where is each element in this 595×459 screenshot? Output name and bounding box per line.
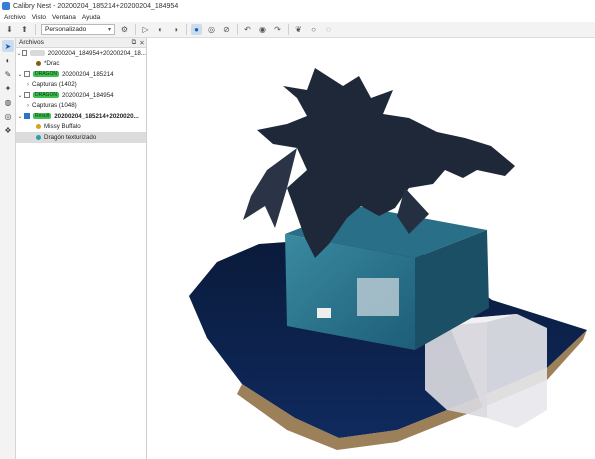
render-mode-value: Personalizado: [45, 26, 87, 33]
scan-tag: DRAGON: [33, 92, 59, 99]
files-panel-header: Archivos ⧉ ✕: [16, 38, 146, 48]
menu-bar: Archivo Visto Ventana Ayuda: [0, 12, 595, 22]
close-icon[interactable]: ✕: [138, 39, 146, 47]
tree-item-label: Capturas (1048): [32, 102, 77, 110]
tree-item-label: *Drac: [44, 60, 60, 68]
mesh-icon[interactable]: ◍: [2, 96, 14, 108]
visibility-checkbox[interactable]: [22, 50, 28, 57]
tree-item-result[interactable]: ⌄ Result 20200204_185214+2020020...: [16, 111, 146, 122]
texture-icon[interactable]: ◎: [2, 110, 14, 122]
toolbar-divider: [35, 24, 36, 35]
window-title: Calibry Nest - 20200204_185214+20200204_…: [13, 2, 179, 10]
app-logo-icon: [2, 2, 10, 10]
redo-icon[interactable]: ↷: [272, 24, 283, 35]
select-arrow-icon[interactable]: ➤: [2, 40, 14, 52]
3d-viewport[interactable]: [147, 38, 595, 459]
dotted-circle-icon[interactable]: ◌: [323, 24, 334, 35]
toolbar-divider: [237, 24, 238, 35]
tree-item-captures-1402[interactable]: › Capturas (1402): [16, 80, 146, 91]
tree-item-missy-buffalo[interactable]: Missy Buffalo: [16, 122, 146, 133]
chevron-down-icon[interactable]: ⌄: [16, 113, 24, 120]
menu-archivo[interactable]: Archivo: [4, 14, 26, 21]
tree-item-label: Capturas (1402): [32, 81, 77, 89]
menu-visto[interactable]: Visto: [32, 14, 46, 21]
project-tag: [30, 50, 45, 57]
contrast-icon[interactable]: ◐: [155, 24, 166, 35]
visibility-checkbox[interactable]: [24, 92, 30, 99]
tree-item-scan-184954[interactable]: ⌄ DRAGON 20200204_184954: [16, 90, 146, 101]
tree-item-label: 20200204_185214+2020020...: [54, 112, 139, 120]
files-panel-title: Archivos: [19, 39, 44, 46]
render-mode-select[interactable]: Personalizado ▾: [41, 24, 115, 35]
chevron-down-icon: ▾: [107, 27, 111, 33]
box-label: [357, 278, 399, 316]
color-dot-icon: [36, 61, 41, 67]
visibility-checkbox[interactable]: [24, 113, 30, 120]
record-icon[interactable]: ◉: [257, 24, 268, 35]
export-icon[interactable]: ⬆: [19, 24, 30, 35]
measure-icon[interactable]: ✎: [2, 68, 14, 80]
tree-item-label: 20200204_184954+20200204_18...: [47, 49, 146, 57]
tree-item-captures-1048[interactable]: › Capturas (1048): [16, 101, 146, 112]
circle-icon[interactable]: ○: [308, 24, 319, 35]
tree-item-label: 20200204_184954: [61, 91, 114, 99]
tree-item-scan-185214[interactable]: ⌄ DRAGON 20200204_185214: [16, 69, 146, 80]
tree-item-label: 20200204_185214: [61, 70, 114, 78]
float-panel-icon[interactable]: ⧉: [130, 39, 138, 47]
toolbar: ⬇ ⬆ Personalizado ▾ ⚙ ▷ ◐ ◑ ● ◎ ⊘ ↶ ◉ ↷ …: [0, 22, 595, 38]
toolbar-divider: [186, 24, 187, 35]
play-icon[interactable]: ▷: [140, 24, 151, 35]
import-icon[interactable]: ⬇: [4, 24, 15, 35]
brain-icon[interactable]: ❦: [293, 24, 304, 35]
view-icon[interactable]: ◐: [2, 54, 14, 66]
box-barcode: [317, 308, 331, 318]
solid-sphere-icon[interactable]: ●: [191, 24, 202, 35]
tree-item-label: Missy Buffalo: [44, 123, 81, 131]
title-bar: Calibry Nest - 20200204_185214+20200204_…: [0, 0, 595, 12]
toolbar-divider: [135, 24, 136, 35]
sphere-icon[interactable]: ◑: [170, 24, 181, 35]
menu-ventana[interactable]: Ventana: [52, 14, 76, 21]
scan-tag: DRAGON: [33, 71, 59, 78]
chevron-right-icon[interactable]: ›: [24, 103, 32, 109]
tree-item-project[interactable]: ⌄ 20200204_184954+20200204_18...: [16, 48, 146, 59]
pin-icon[interactable]: ✦: [2, 82, 14, 94]
settings-icon[interactable]: ⚙: [119, 24, 130, 35]
stack-icon[interactable]: ❖: [2, 124, 14, 136]
chevron-right-icon[interactable]: ›: [24, 82, 32, 88]
no-texture-icon[interactable]: ⊘: [221, 24, 232, 35]
toolbar-divider: [288, 24, 289, 35]
tree-item-textured-dragon[interactable]: Dragón texturizado: [16, 132, 146, 143]
chevron-down-icon[interactable]: ⌄: [16, 71, 24, 78]
visibility-checkbox[interactable]: [24, 71, 30, 78]
scene-render[interactable]: [147, 38, 595, 459]
color-dot-icon: [36, 124, 41, 130]
undo-icon[interactable]: ↶: [242, 24, 253, 35]
tree-item-drac[interactable]: *Drac: [16, 59, 146, 70]
tree-item-label: Dragón texturizado: [44, 133, 97, 141]
color-dot-icon: [36, 134, 41, 140]
chevron-down-icon[interactable]: ⌄: [16, 92, 24, 99]
files-panel: Archivos ⧉ ✕ ⌄ 20200204_184954+20200204_…: [16, 38, 147, 459]
result-tag: Result: [33, 113, 52, 120]
side-toolbar: ➤ ◐ ✎ ✦ ◍ ◎ ❖: [0, 38, 16, 459]
menu-ayuda[interactable]: Ayuda: [82, 14, 100, 21]
globe-icon[interactable]: ◎: [206, 24, 217, 35]
